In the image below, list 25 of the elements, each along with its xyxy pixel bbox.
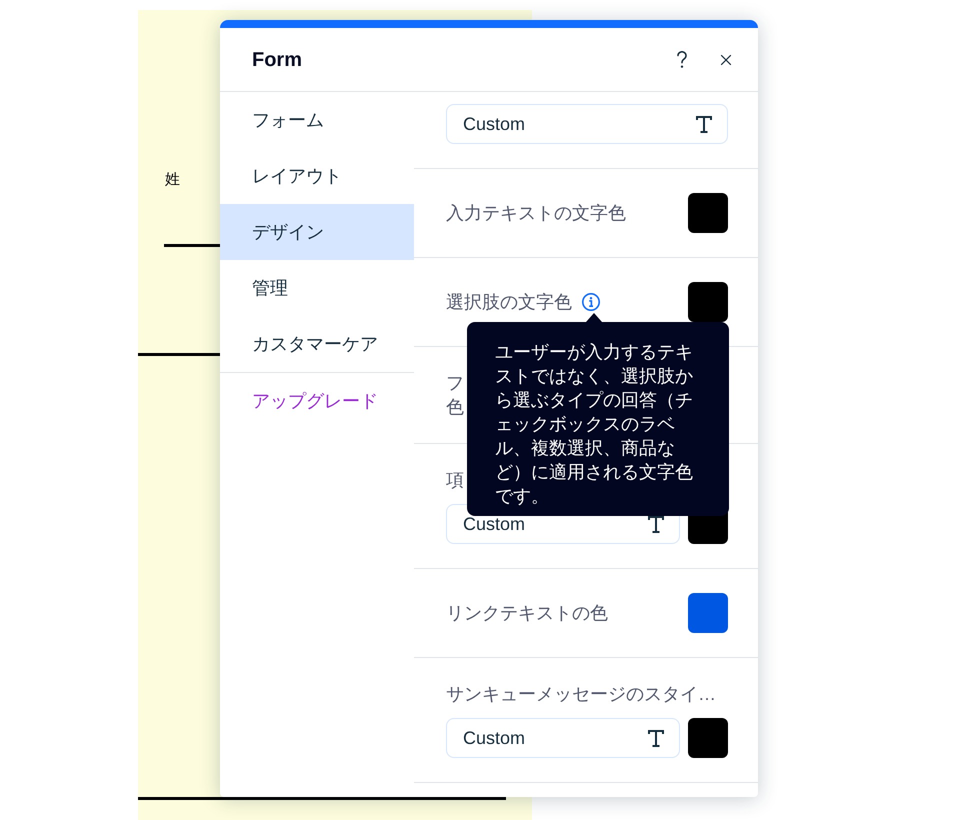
setting-label: リンクテキストの色	[446, 602, 608, 625]
sidebar-item[interactable]: レイアウト	[220, 148, 414, 204]
sidebar-item[interactable]: 管理	[220, 260, 414, 316]
color-swatch[interactable]	[688, 193, 728, 233]
sidebar-item[interactable]: カスタマーケア	[220, 316, 414, 372]
setting-label: 項	[446, 469, 464, 492]
setting-label: 入力テキストの文字色	[446, 202, 626, 225]
color-swatch[interactable]	[688, 718, 728, 758]
text-style-icon	[647, 729, 665, 747]
sidebar-item[interactable]: デザイン	[220, 204, 414, 260]
info-icon[interactable]	[582, 293, 600, 311]
color-swatch[interactable]	[688, 282, 728, 322]
setting-label: フ 色	[446, 372, 464, 419]
text-style-icon	[695, 115, 713, 133]
text-style-icon	[647, 515, 665, 533]
font-select[interactable]: Custom	[446, 104, 728, 144]
font-select[interactable]: Custom	[446, 718, 680, 758]
field-underline	[164, 244, 220, 247]
setting-label: 選択肢の文字色	[446, 291, 572, 314]
field-label: 姓	[165, 171, 180, 189]
color-swatch[interactable]	[688, 593, 728, 633]
upgrade-link[interactable]: アップグレード	[220, 372, 414, 428]
panel-title: Form	[252, 48, 303, 72]
setting-label: サンキューメッセージのスタイ…	[446, 683, 716, 706]
sidebar-item[interactable]: フォーム	[220, 92, 414, 148]
